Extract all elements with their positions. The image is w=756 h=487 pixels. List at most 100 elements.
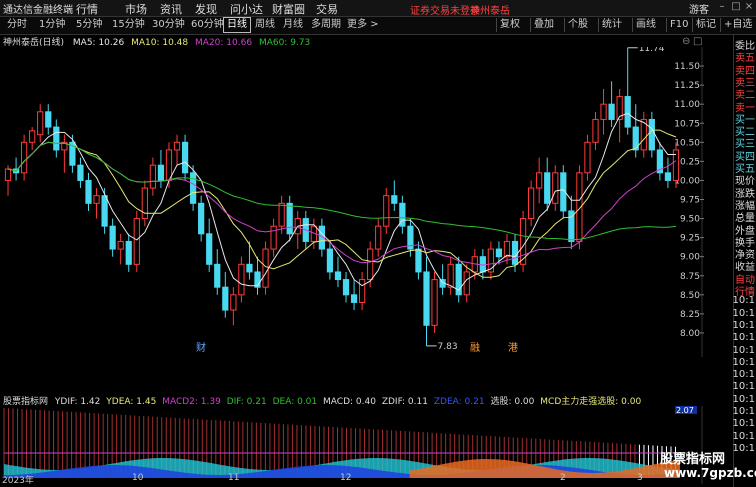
candle-body [165, 149, 173, 181]
btn-stats[interactable]: 统计 [598, 18, 625, 32]
candle-body [29, 130, 36, 143]
candle-body [109, 225, 116, 250]
candle-body [511, 240, 519, 265]
candle-body [45, 111, 52, 128]
price-tick-label: 10.75 [674, 119, 700, 129]
ma-info-bar: 神州泰岳(日线) MA5: 10.26 MA10: 10.48 MA20: 10… [0, 35, 310, 48]
side-panel-item[interactable]: 10:1 [733, 357, 755, 368]
candle-body [190, 172, 197, 204]
price-tick-label: 8.00 [680, 329, 700, 339]
candle-body [528, 187, 535, 220]
side-panel-item[interactable]: 10:1 [733, 345, 755, 356]
menu-item-news[interactable]: 资讯 [160, 1, 182, 17]
side-panel-item[interactable]: 10:1 [733, 443, 755, 454]
tab-monthly[interactable]: 月线 [280, 18, 306, 32]
tab-30min[interactable]: 30分钟 [149, 18, 188, 32]
candle-body [21, 141, 28, 174]
menu-item-market[interactable]: 市场 [125, 1, 147, 17]
ma5-line [7, 112, 676, 291]
maximize-icon[interactable]: □ [731, 2, 741, 12]
candle-body [342, 279, 350, 296]
candle-body [552, 172, 559, 204]
side-panel-item[interactable]: 10:1 [733, 320, 755, 331]
candle-body [375, 225, 382, 250]
candle-body [77, 164, 84, 181]
price-tick-label: 8.50 [680, 291, 700, 301]
candle-body [262, 248, 269, 288]
candle-body [600, 103, 607, 120]
btn-draw[interactable]: 画线 [632, 18, 659, 32]
candle-body [367, 248, 374, 281]
candle-body [214, 263, 221, 288]
tab-multi[interactable]: 多周期 [308, 18, 344, 32]
side-panel-item[interactable]: 10:1 [733, 332, 755, 343]
candle-body [326, 248, 334, 273]
candle-body [206, 233, 213, 265]
tab-1min[interactable]: 1分钟 [36, 18, 68, 32]
side-panel-item[interactable]: 10:1 [733, 381, 755, 392]
candle-body [359, 279, 366, 303]
candle-body [592, 118, 599, 143]
side-panel-item[interactable]: 10:1 [733, 369, 755, 380]
side-panel-item[interactable]: 10:1 [733, 295, 755, 306]
menu-item-quotes[interactable]: 行情 [76, 1, 98, 17]
indicator-chart[interactable]: 2.071.00 [0, 406, 706, 484]
ma10-line [7, 129, 677, 278]
candle-body [173, 141, 181, 151]
side-panel-item[interactable]: 10:1 [733, 431, 755, 442]
btn-adjust[interactable]: 复权 [496, 18, 523, 32]
candlestick-chart[interactable]: 11.5011.2511.0010.7510.5010.2510.009.759… [0, 47, 706, 357]
btn-f10[interactable]: F10 [666, 18, 691, 32]
candle-body [4, 168, 12, 181]
side-panel-item[interactable]: 10:1 [733, 308, 755, 319]
date-label: 3 [637, 473, 643, 483]
side-panel-item[interactable]: 10:1 [733, 406, 755, 417]
btn-mark[interactable]: 标记 [692, 18, 719, 32]
tab-weekly[interactable]: 周线 [252, 18, 278, 32]
candle-body [391, 195, 398, 204]
btn-add-fav[interactable]: +自选 [720, 18, 755, 32]
tab-timeshare[interactable]: 分时 [4, 18, 30, 32]
side-panel-item[interactable]: 10:1 [733, 418, 755, 429]
price-tick-label: 11.00 [674, 100, 700, 110]
candle-body [495, 248, 503, 258]
minimize-icon[interactable]: – [717, 2, 727, 12]
price-tick-label: 9.00 [680, 253, 700, 263]
title-bar: 通达信金融终端 行情 市场 资讯 发现 问小达 财富圈 交易 证券交易未登录 神… [0, 0, 756, 17]
tab-5min[interactable]: 5分钟 [73, 18, 105, 32]
btn-stock[interactable]: 个股 [564, 18, 591, 32]
fullscreen-icon[interactable]: □ [693, 36, 702, 47]
date-label: 12 [340, 473, 352, 483]
menu-item-ask[interactable]: 问小达 [230, 1, 263, 17]
candle-body [37, 111, 44, 136]
high-label: 11.74 [639, 47, 665, 54]
candle-body [479, 256, 486, 273]
tab-15min[interactable]: 15分钟 [109, 18, 148, 32]
user-label[interactable]: 游客 [689, 1, 709, 16]
price-tick-label: 9.50 [680, 215, 700, 225]
menu-item-discover[interactable]: 发现 [195, 1, 217, 17]
low-label: 7.83 [438, 342, 458, 352]
tab-more[interactable]: 更多 > [344, 18, 382, 32]
candle-body [222, 286, 229, 311]
menu-item-trade[interactable]: 交易 [316, 1, 338, 17]
candle-body [93, 195, 100, 204]
candle-body [415, 248, 422, 273]
tab-daily[interactable]: 日线 [223, 17, 251, 33]
date-label: 10 [132, 473, 144, 483]
side-panel-item[interactable]: 10:1 [733, 394, 755, 405]
candle-body [198, 202, 205, 235]
indicator-info-bar: 股票指标网 YDIF: 1.42 YDEA: 1.45 MACD2: 1.39 … [0, 394, 641, 407]
candle-body [536, 172, 543, 189]
tab-60min[interactable]: 60分钟 [188, 18, 227, 32]
candle-body [286, 202, 293, 235]
settings-icon[interactable]: ⊖ [682, 36, 690, 47]
btn-overlay[interactable]: 叠加 [530, 18, 557, 32]
ma20-line [7, 141, 677, 266]
candle-body [141, 187, 148, 220]
watermark-url: www.7gpzb.com [664, 466, 756, 480]
menu-item-wealth[interactable]: 财富圈 [272, 1, 305, 17]
candle-body [503, 240, 511, 258]
close-icon[interactable]: × [744, 2, 754, 12]
period-toolbar: 分时 1分钟 5分钟 15分钟 30分钟 60分钟 日线 周线 月线 多周期 更… [0, 17, 756, 35]
